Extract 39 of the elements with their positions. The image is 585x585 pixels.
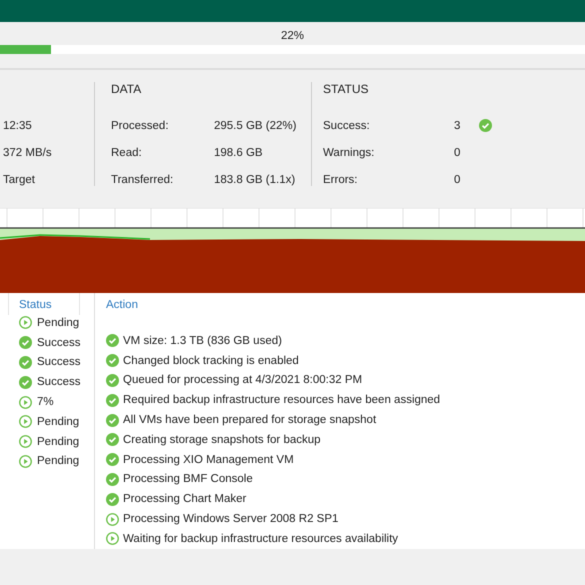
status-text: Success <box>37 336 80 349</box>
column-header[interactable]: Status <box>19 293 79 315</box>
status-text: Success <box>37 376 80 388</box>
log-message: Creating storage snapshots for backup <box>123 434 321 446</box>
status-text: Pending <box>37 316 80 329</box>
stat-value: 183.8 GB (1.1x) <box>214 174 296 186</box>
status-text: Success <box>37 356 80 368</box>
status-text: Pending <box>37 455 80 468</box>
column-header[interactable]: Action <box>106 293 166 315</box>
log-message: All VMs have been prepared for storage snapshot <box>123 414 376 426</box>
log-message: Processing BMF Console <box>123 473 253 486</box>
log-message: Queued for processing at 4/3/2021 8:00:32 PM <box>123 374 362 386</box>
log-message: VM size: 1.3 TB (836 GB used) <box>123 334 282 347</box>
section-title: STATUS <box>323 82 370 98</box>
stat-value: 198.6 GB <box>214 146 263 158</box>
stat-value: 12:35 <box>3 120 32 132</box>
status-text: 7% <box>37 396 54 408</box>
log-message: Waiting for backup infrastructure resources availability <box>123 532 398 545</box>
stat-label: Warnings: <box>323 146 376 158</box>
stat-label: Transferred: <box>111 174 174 186</box>
stat-value: 0 <box>454 174 462 186</box>
stat-value: Target <box>3 174 35 186</box>
stat-label: Errors: <box>323 174 358 186</box>
stat-label: Read: <box>111 146 143 158</box>
stat-label: Processed: <box>111 120 170 132</box>
progress-percent: 22% <box>280 30 304 42</box>
log-message: Processing Windows Server 2008 R2 SP1 <box>123 513 338 526</box>
log-message: Required backup infrastructure resources have been assigned <box>123 394 440 406</box>
status-text: Pending <box>37 416 80 428</box>
stat-value: 372 MB/s <box>3 146 52 158</box>
status-text: Pending <box>37 436 80 448</box>
stat-label: Success: <box>323 120 371 132</box>
log-message: Changed block tracking is enabled <box>123 354 299 367</box>
log-message: Processing Chart Maker <box>123 493 246 506</box>
section-title: DATA <box>111 82 142 98</box>
log-message: Processing XIO Management VM <box>123 454 294 466</box>
stat-value: 3 <box>454 120 462 132</box>
stat-value: 0 <box>454 146 462 158</box>
stat-value: 295.5 GB (22%) <box>214 120 296 132</box>
